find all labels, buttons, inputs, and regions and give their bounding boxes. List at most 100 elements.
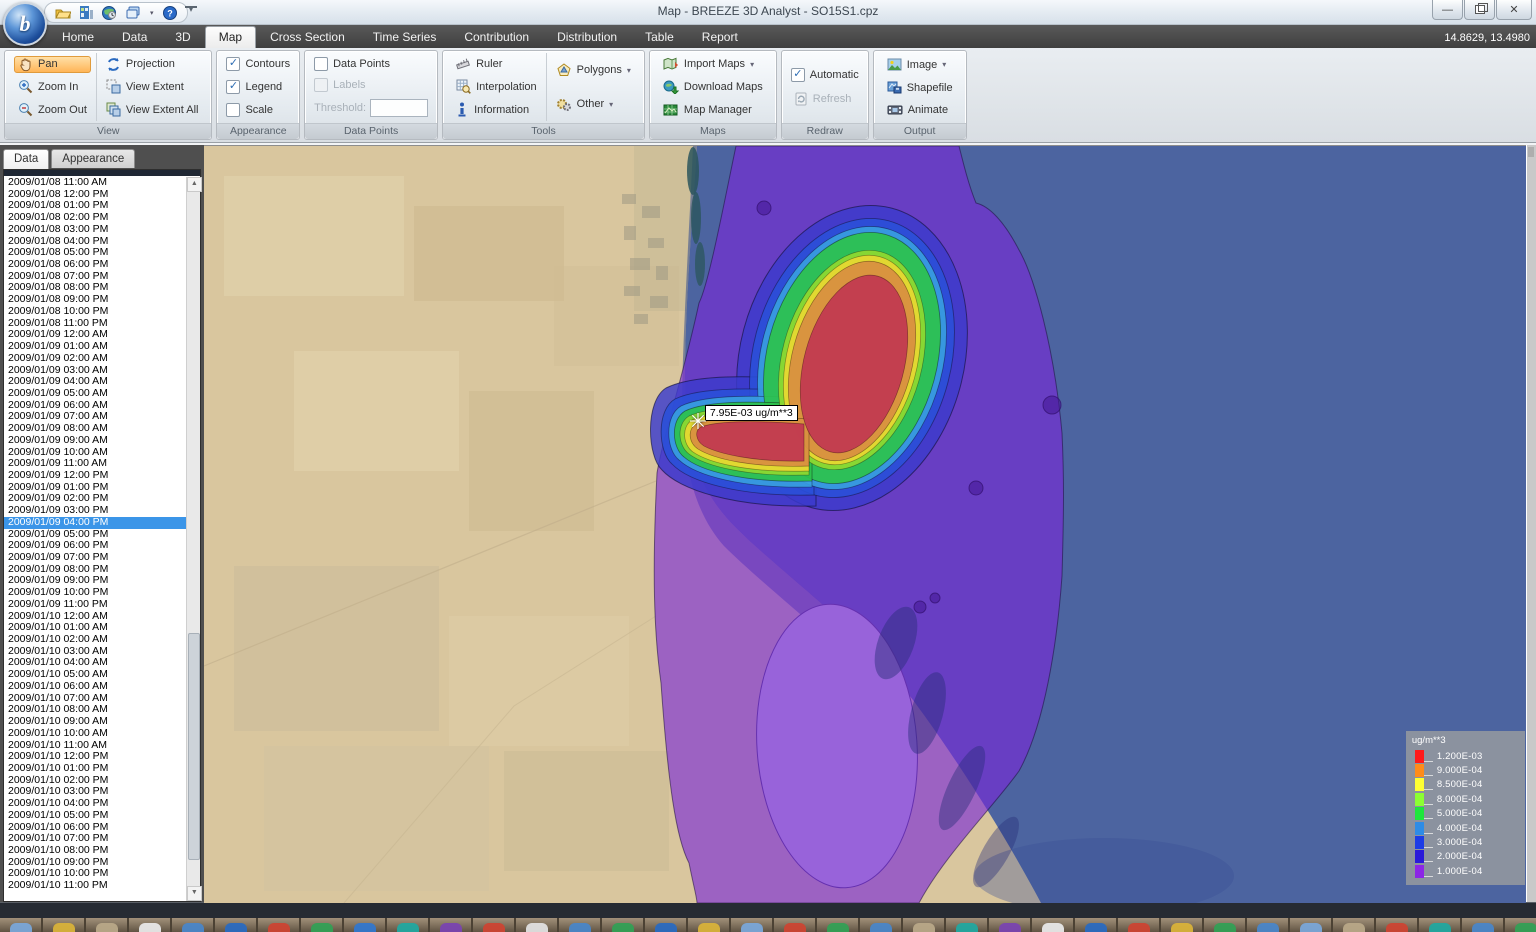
view-extent-button[interactable]: View Extent (102, 78, 203, 95)
taskbar-item[interactable] (473, 918, 516, 932)
ruler-button[interactable]: Ruler (452, 56, 541, 73)
taskbar-item[interactable] (559, 918, 602, 932)
panel-tab-appearance[interactable]: Appearance (51, 149, 135, 168)
taskbar-item[interactable] (86, 918, 129, 932)
tab-contribution[interactable]: Contribution (450, 26, 543, 48)
taskbar-item[interactable] (258, 918, 301, 932)
list-item[interactable]: 2009/01/10 08:00 PM (4, 845, 187, 857)
tab-data[interactable]: Data (108, 26, 161, 48)
list-item[interactable]: 2009/01/09 04:00 PM (4, 517, 187, 529)
taskbar-item[interactable] (344, 918, 387, 932)
taskbar-item[interactable] (688, 918, 731, 932)
taskbar-item[interactable] (0, 918, 43, 932)
taskbar-item[interactable] (1247, 918, 1290, 932)
taskbar-item[interactable] (860, 918, 903, 932)
map-viewport[interactable]: 7.95E-03 ug/m**3 ✳ ug/m**3 1.200E-039.00… (204, 145, 1526, 903)
taskbar-item[interactable] (129, 918, 172, 932)
taskbar-item[interactable] (1462, 918, 1505, 932)
taskbar-item[interactable] (731, 918, 774, 932)
shapefile-button[interactable]: Shapefile (883, 80, 957, 95)
taskbar-item[interactable] (774, 918, 817, 932)
projection-button[interactable]: Projection (102, 56, 203, 73)
information-button[interactable]: Information (452, 101, 541, 118)
taskbar-item[interactable] (43, 918, 86, 932)
list-item[interactable]: 2009/01/09 05:00 AM (4, 388, 187, 400)
taskbar-item[interactable] (1204, 918, 1247, 932)
taskbar-item[interactable] (1118, 918, 1161, 932)
automatic-checkbox[interactable]: ✓Automatic (791, 68, 859, 82)
taskbar-item[interactable] (516, 918, 559, 932)
list-item[interactable]: 2009/01/09 02:00 AM (4, 353, 187, 365)
scrollbar-thumb[interactable] (188, 633, 200, 859)
tab-time-series[interactable]: Time Series (359, 26, 451, 48)
taskbar-item[interactable] (1505, 918, 1536, 932)
polygons-button[interactable]: Polygons▾ (552, 62, 635, 79)
tab-distribution[interactable]: Distribution (543, 26, 631, 48)
restore-button[interactable] (1464, 0, 1495, 20)
taskbar-item[interactable] (1290, 918, 1333, 932)
list-item[interactable]: 2009/01/10 02:00 AM (4, 634, 187, 646)
taskbar-item[interactable] (645, 918, 688, 932)
taskbar-item[interactable] (1032, 918, 1075, 932)
scale-checkbox[interactable]: Scale (226, 103, 290, 117)
list-item[interactable]: 2009/01/08 03:00 PM (4, 224, 187, 236)
taskbar-item[interactable] (1333, 918, 1376, 932)
list-scrollbar[interactable]: ▲ ▼ (186, 177, 200, 901)
close-button[interactable]: ✕ (1496, 0, 1532, 20)
tab-home[interactable]: Home (48, 26, 108, 48)
list-item[interactable]: 2009/01/09 12:00 PM (4, 470, 187, 482)
zoom-out-button[interactable]: Zoom Out (14, 101, 91, 118)
panel-tab-data[interactable]: Data (3, 149, 49, 169)
threshold-input[interactable] (370, 99, 428, 117)
image-button[interactable]: Image▾ (883, 57, 957, 72)
taskbar-item[interactable] (1376, 918, 1419, 932)
taskbar-item[interactable] (1075, 918, 1118, 932)
taskbar-item[interactable] (817, 918, 860, 932)
list-item[interactable]: 2009/01/09 11:00 PM (4, 599, 187, 611)
list-item[interactable]: 2009/01/08 10:00 PM (4, 306, 187, 318)
legend-checkbox[interactable]: ✓Legend (226, 80, 290, 94)
taskbar-item[interactable] (215, 918, 258, 932)
data-points-checkbox[interactable]: Data Points (314, 57, 428, 71)
view-extent-all-button[interactable]: View Extent All (102, 101, 203, 118)
taskbar-item[interactable] (430, 918, 473, 932)
map-manager-button[interactable]: Map Manager (659, 102, 767, 118)
tab-3d[interactable]: 3D (161, 26, 204, 48)
list-item[interactable]: 2009/01/09 09:00 AM (4, 435, 187, 447)
taskbar-item[interactable] (1161, 918, 1204, 932)
pan-button[interactable]: Pan (14, 56, 91, 73)
list-item[interactable]: 2009/01/08 06:00 PM (4, 259, 187, 271)
list-item[interactable]: 2009/01/08 11:00 AM (4, 177, 187, 189)
other-button[interactable]: Other▾ (552, 96, 635, 113)
taskbar-item[interactable] (903, 918, 946, 932)
taskbar-item[interactable] (946, 918, 989, 932)
tab-table[interactable]: Table (631, 26, 688, 48)
list-item[interactable]: 2009/01/09 07:00 PM (4, 552, 187, 564)
tab-report[interactable]: Report (688, 26, 752, 48)
minimize-button[interactable]: — (1432, 0, 1463, 20)
taskbar-item[interactable] (989, 918, 1032, 932)
tab-map[interactable]: Map (205, 26, 256, 48)
interpolation-button[interactable]: Interpolation (452, 78, 541, 95)
list-item[interactable]: 2009/01/10 11:00 PM (4, 880, 187, 892)
scroll-down-icon[interactable]: ▼ (187, 886, 202, 901)
tab-cross-section[interactable]: Cross Section (256, 26, 359, 48)
animate-button[interactable]: Animate (883, 103, 957, 117)
list-item[interactable]: 2009/01/10 05:00 PM (4, 810, 187, 822)
scroll-up-icon[interactable]: ▲ (187, 177, 202, 192)
list-item[interactable]: 2009/01/10 01:00 PM (4, 763, 187, 775)
import-maps-button[interactable]: Import Maps▾ (659, 56, 767, 72)
contours-checkbox[interactable]: ✓Contours (226, 57, 290, 71)
taskbar-item[interactable] (387, 918, 430, 932)
taskbar-item[interactable] (172, 918, 215, 932)
list-item[interactable]: 2009/01/10 10:00 AM (4, 728, 187, 740)
right-splitter[interactable] (1526, 145, 1536, 902)
refresh-button[interactable]: Refresh (791, 91, 859, 107)
download-maps-button[interactable]: Download Maps (659, 79, 767, 95)
list-item[interactable]: 2009/01/10 06:00 AM (4, 681, 187, 693)
labels-checkbox[interactable]: Labels (314, 78, 428, 92)
zoom-in-button[interactable]: Zoom In (14, 78, 91, 95)
taskbar-item[interactable] (602, 918, 645, 932)
app-logo-button[interactable]: b (3, 2, 47, 46)
taskbar-item[interactable] (301, 918, 344, 932)
